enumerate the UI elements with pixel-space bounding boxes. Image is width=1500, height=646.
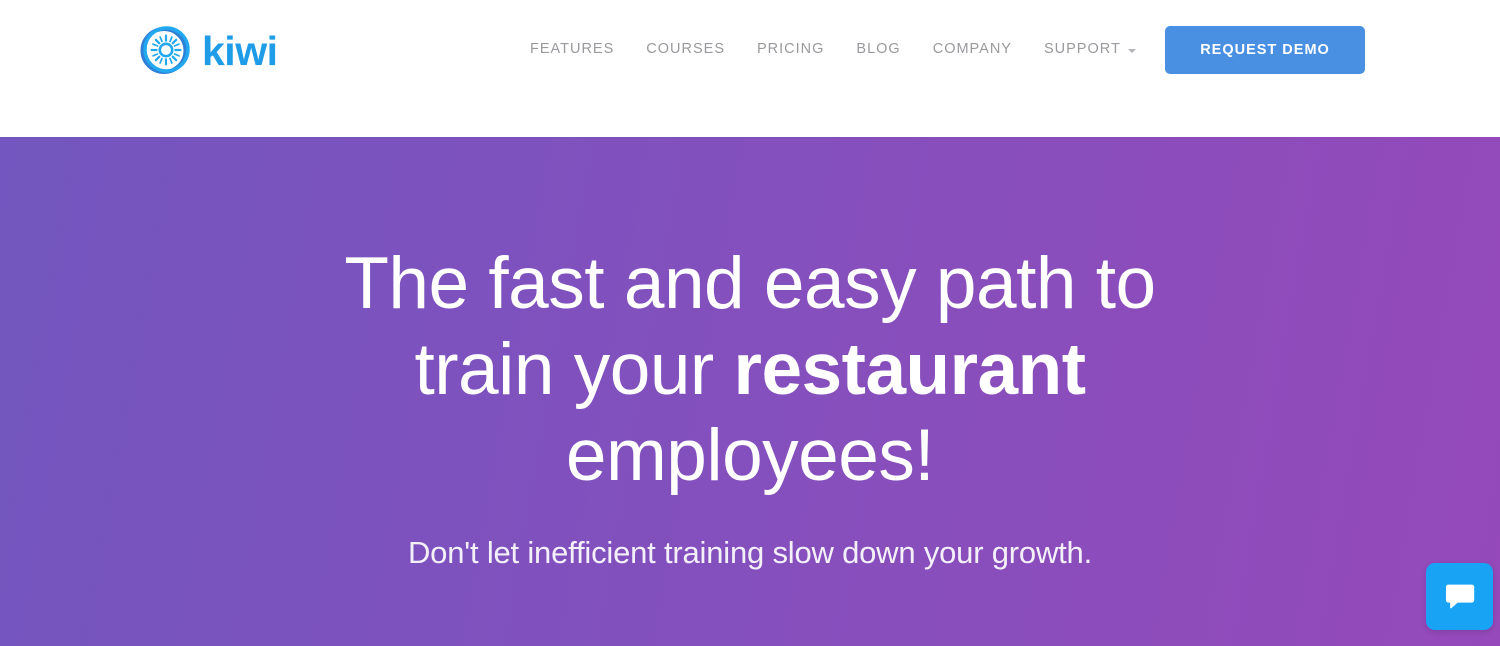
nav-item-features[interactable]: FEATURES [530,38,630,60]
hero-headline: The fast and easy path to train your res… [0,241,1500,499]
request-demo-button[interactable]: REQUEST DEMO [1165,26,1365,74]
chevron-down-icon [1127,49,1136,53]
nav-item-label: SUPPORT [1043,41,1121,57]
nav-item-pricing[interactable]: PRICING [741,38,840,60]
hero-headline-line2-prefix: train your [414,329,734,410]
hero-headline-line1: The fast and easy path to [344,243,1156,324]
hero-content: The fast and easy path to train your res… [0,137,1500,573]
kiwi-fruit-slice-icon [137,22,193,78]
hero-subtitle: Don't let inefficient training slow down… [408,535,1092,570]
site-header: kiwi FEATURES COURSES PRICING BLOG COMPA… [0,0,1500,137]
brand-wordmark: kiwi [202,27,278,74]
nav-item-blog[interactable]: BLOG [840,38,916,60]
chat-widget-button[interactable] [1426,563,1493,630]
main-navigation: FEATURES COURSES PRICING BLOG COMPANY SU… [530,38,1152,60]
hero-section: The fast and easy path to train your res… [0,137,1500,646]
nav-item-label: COMPANY [932,41,1012,57]
nav-item-label: BLOG [856,41,901,57]
nav-item-label: PRICING [757,41,825,57]
nav-item-support[interactable]: SUPPORT [1028,38,1152,60]
hero-headline-emphasis: restaurant [733,329,1087,410]
nav-item-label: COURSES [646,41,725,57]
nav-item-label: FEATURES [530,41,615,57]
hero-headline-line3: employees! [565,415,935,496]
nav-item-courses[interactable]: COURSES [630,38,741,60]
nav-item-company[interactable]: COMPANY [917,38,1028,60]
chat-bubble-icon [1445,583,1475,611]
brand-logo[interactable]: kiwi [137,22,278,78]
